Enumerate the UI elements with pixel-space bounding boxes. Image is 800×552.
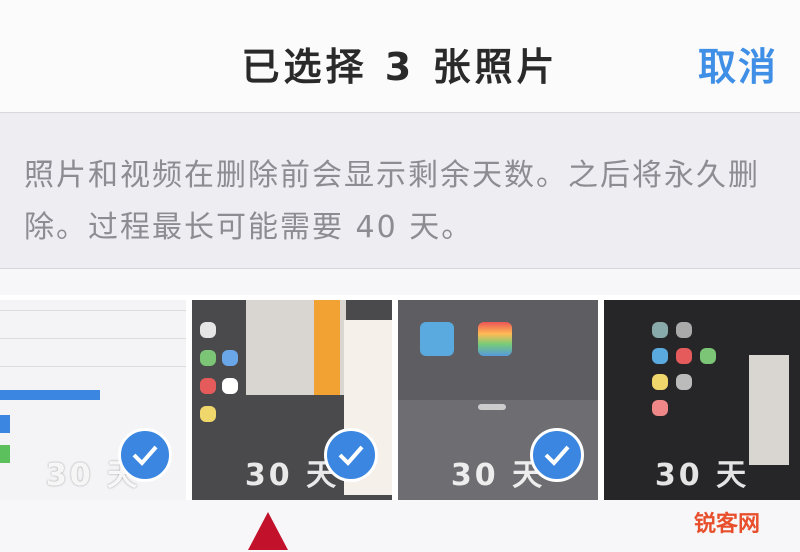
nav-bar: 已选择 3 张照片 取消 xyxy=(0,0,800,113)
arrow-up-icon xyxy=(248,512,288,550)
watermark: 锐客网 xyxy=(693,512,760,537)
photo-thumbnail[interactable]: 30 天 xyxy=(192,300,392,500)
page-title: 已选择 3 张照片 xyxy=(241,45,559,89)
selected-check-icon xyxy=(118,428,172,482)
selected-check-icon xyxy=(324,428,378,482)
selected-check-icon xyxy=(530,428,584,482)
days-remaining-label: 30 天 xyxy=(654,458,750,493)
photo-thumbnail[interactable]: 30 天 xyxy=(0,300,186,500)
cancel-button[interactable]: 取消 xyxy=(698,36,778,91)
info-text: 照片和视频在删除前会显示剩余天数。之后将永久删除。过程最长可能需要 40 天。 xyxy=(24,158,760,245)
photo-thumbnail[interactable]: 30 天 xyxy=(398,300,598,500)
photo-thumbnail[interactable]: 30 天 xyxy=(604,300,800,500)
